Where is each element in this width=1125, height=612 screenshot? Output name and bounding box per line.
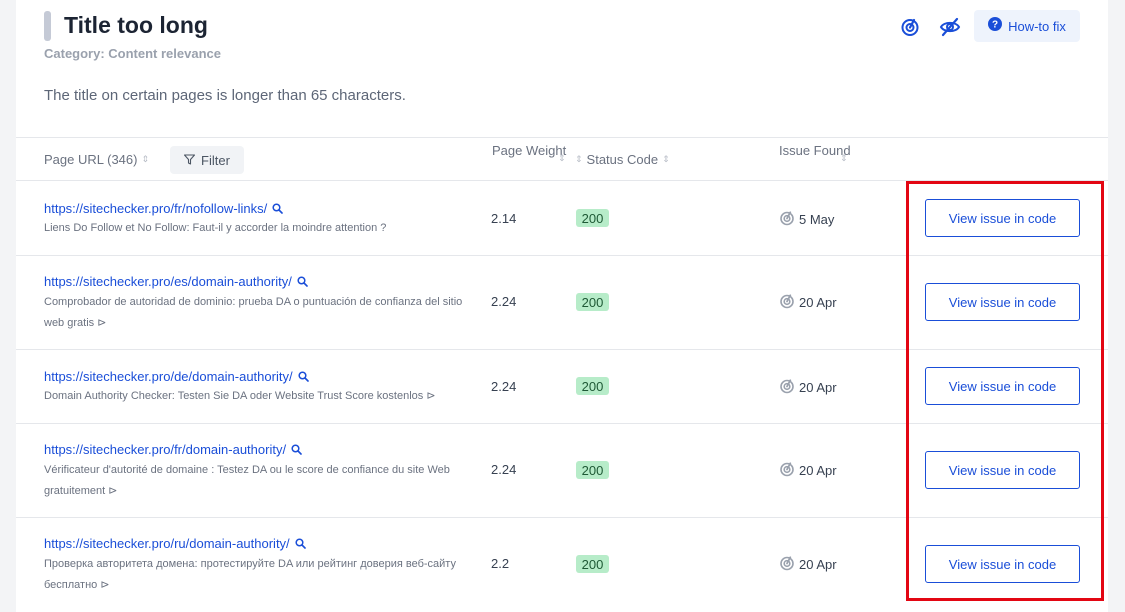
question-circle-icon: ? (988, 16, 1003, 36)
issue-card: Title too long Category: Content relevan… (16, 0, 1108, 612)
issue-found-date: 20 Apr (799, 380, 837, 395)
filter-button[interactable]: Filter (170, 146, 244, 174)
issue-category: Category: Content relevance (44, 46, 221, 61)
page-title-text: Comprobador de autoridad de dominio: pru… (44, 296, 463, 329)
page-url-link[interactable]: https://sitechecker.pro/fr/domain-author… (44, 442, 286, 457)
search-icon[interactable] (295, 538, 306, 549)
issue-found-date: 20 Apr (799, 295, 837, 310)
status-badge: 200 (576, 377, 609, 395)
view-issue-in-code-button[interactable]: View issue in code (925, 545, 1080, 583)
view-issue-in-code-button[interactable]: View issue in code (925, 451, 1080, 489)
monitor-icon (779, 293, 795, 312)
column-status-code[interactable]: ⇕ Status Code ⇕ (575, 152, 670, 167)
column-page-weight[interactable]: Page Weight ⇕ (492, 141, 568, 163)
issue-header: Title too long Category: Content relevan… (16, 0, 1108, 138)
column-page-url-label: Page URL (346) (44, 152, 138, 167)
title-accent-bar (44, 11, 51, 41)
table-row: https://sitechecker.pro/de/domain-author… (16, 350, 1108, 424)
search-icon[interactable] (291, 444, 302, 455)
sort-icon: ⇕ (575, 154, 583, 164)
table-row: https://sitechecker.pro/ru/domain-author… (16, 518, 1108, 612)
svg-text:?: ? (992, 19, 998, 30)
filter-label: Filter (201, 152, 230, 168)
view-issue-in-code-button[interactable]: View issue in code (925, 199, 1080, 237)
column-page-url[interactable]: Page URL (346) ⇕ (44, 152, 149, 167)
table-header: Page URL (346) ⇕ Filter Page Weight ⇕ ⇕ … (16, 139, 1108, 181)
monitor-icon (779, 210, 795, 229)
monitor-icon[interactable] (897, 14, 923, 40)
page-title-text: Domain Authority Checker: Testen Sie DA … (44, 390, 436, 402)
issue-description: The title on certain pages is longer tha… (44, 87, 406, 104)
page-weight-value: 2.24 (491, 462, 517, 477)
page-url-link[interactable]: https://sitechecker.pro/es/domain-author… (44, 274, 292, 289)
status-badge: 200 (576, 555, 609, 573)
page-title-text: Liens Do Follow et No Follow: Faut-il y … (44, 222, 387, 234)
sort-icon: ⇕ (558, 153, 566, 163)
how-to-fix-button[interactable]: ? How-to fix (974, 10, 1080, 42)
issue-found-date: 20 Apr (799, 557, 837, 572)
page-title-text: Проверка авторитета домена: протестируйт… (44, 558, 456, 591)
how-to-fix-label: How-to fix (1008, 18, 1066, 34)
page-weight-value: 2.24 (491, 379, 517, 394)
page-weight-value: 2.24 (491, 294, 517, 309)
sort-icon: ⇕ (141, 154, 150, 164)
status-badge: 200 (576, 293, 609, 311)
eye-off-icon[interactable] (937, 14, 963, 40)
column-page-weight-label: Page Weight (492, 143, 567, 158)
table-row: https://sitechecker.pro/fr/domain-author… (16, 424, 1108, 518)
page-url-link[interactable]: https://sitechecker.pro/fr/nofollow-link… (44, 201, 267, 216)
sort-icon: ⇕ (662, 154, 670, 164)
table-row: https://sitechecker.pro/fr/nofollow-link… (16, 182, 1108, 256)
table-row: https://sitechecker.pro/es/domain-author… (16, 256, 1108, 350)
issue-found-date: 5 May (799, 212, 835, 227)
view-issue-in-code-button[interactable]: View issue in code (925, 283, 1080, 321)
monitor-icon (779, 555, 795, 574)
page-url-link[interactable]: https://sitechecker.pro/de/domain-author… (44, 369, 293, 384)
page-title-text: Vérificateur d'autorité de domaine : Tes… (44, 464, 450, 497)
search-icon[interactable] (272, 203, 284, 214)
page-weight-value: 2.14 (491, 211, 517, 226)
status-badge: 200 (576, 461, 609, 479)
funnel-icon (183, 153, 196, 168)
page-url-link[interactable]: https://sitechecker.pro/ru/domain-author… (44, 536, 290, 551)
view-issue-in-code-button[interactable]: View issue in code (925, 367, 1080, 405)
monitor-icon (779, 461, 795, 480)
sort-icon: ⇕ (840, 153, 848, 163)
issue-found-date: 20 Apr (799, 463, 837, 478)
search-icon[interactable] (298, 371, 309, 382)
issue-title: Title too long (64, 12, 208, 38)
monitor-icon (779, 378, 795, 397)
page-weight-value: 2.2 (491, 556, 510, 571)
status-badge: 200 (576, 209, 609, 227)
column-status-code-label: Status Code (586, 152, 659, 167)
column-issue-found[interactable]: Issue Found ⇕ (779, 141, 855, 163)
search-icon[interactable] (297, 276, 308, 287)
